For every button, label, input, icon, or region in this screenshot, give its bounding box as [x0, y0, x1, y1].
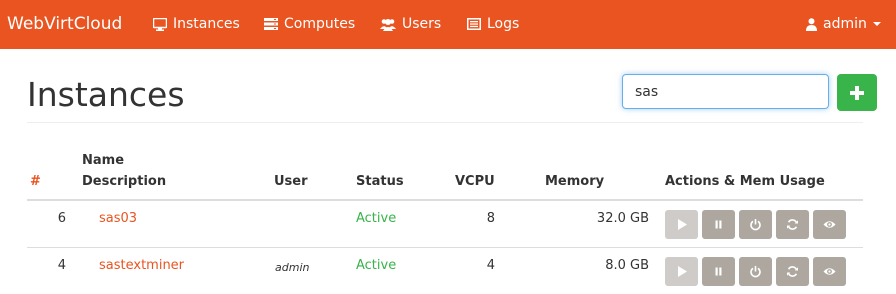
users-icon — [380, 18, 396, 31]
add-instance-button[interactable] — [837, 74, 877, 111]
nav-item-instances[interactable]: Instances — [153, 15, 240, 33]
start-button[interactable] — [665, 210, 698, 239]
column-header-vcpu: VCPU — [455, 174, 495, 189]
pause-icon — [715, 267, 722, 276]
pause-button[interactable] — [702, 257, 735, 286]
column-header-user: User — [274, 174, 308, 189]
instance-user: admin — [275, 261, 310, 274]
nav-item-users[interactable]: Users — [380, 15, 441, 33]
eye-icon — [823, 268, 836, 275]
instance-status: Active — [356, 258, 397, 273]
nav-item-label: Instances — [173, 16, 240, 32]
column-header-status: Status — [356, 174, 404, 189]
play-icon — [678, 219, 687, 230]
server-icon — [264, 18, 278, 30]
user-menu-dropdown[interactable]: admin — [806, 15, 881, 33]
nav-item-logs[interactable]: Logs — [467, 15, 519, 33]
column-header-actions: Actions & Mem Usage — [665, 174, 825, 189]
instance-status: Active — [356, 211, 397, 226]
instance-name-link[interactable]: sas03 — [99, 211, 137, 227]
instance-vcpu: 4 — [486, 258, 495, 273]
play-icon — [678, 266, 687, 277]
caret-down-icon — [872, 22, 881, 26]
nav-item-computes[interactable]: Computes — [264, 15, 355, 33]
instance-memory: 8.0 GB — [605, 258, 649, 273]
user-icon — [806, 17, 817, 31]
refresh-icon — [787, 219, 798, 230]
instance-id: 4 — [57, 258, 66, 273]
list-icon — [467, 18, 481, 30]
instance-id: 6 — [57, 211, 66, 226]
plus-icon — [850, 86, 864, 100]
nav-item-label: Logs — [487, 16, 520, 32]
column-header-number: # — [30, 174, 41, 189]
column-header-memory: Memory — [545, 174, 605, 189]
instance-memory: 32.0 GB — [596, 211, 649, 226]
power-off-button[interactable] — [739, 257, 772, 286]
monitor-icon — [153, 17, 167, 31]
pause-button[interactable] — [702, 210, 735, 239]
instance-vcpu: 8 — [486, 211, 495, 226]
pause-icon — [715, 220, 722, 229]
top-navbar: WebVirtCloud Instances Computes Users Lo… — [0, 0, 896, 49]
power-icon — [750, 219, 761, 231]
nav-item-label: Computes — [284, 16, 356, 32]
table-header-divider — [27, 199, 863, 201]
start-button[interactable] — [665, 257, 698, 286]
search-input[interactable] — [622, 74, 829, 109]
eye-icon — [823, 221, 836, 228]
nav-item-label: Users — [402, 16, 442, 32]
column-header-description: Description — [82, 174, 167, 189]
brand-logo-link[interactable]: WebVirtCloud — [7, 14, 122, 34]
user-menu-label: admin — [823, 16, 867, 32]
row-divider — [27, 247, 863, 248]
instance-name-link[interactable]: sastextminer — [99, 258, 184, 274]
page-title: Instances — [27, 75, 185, 114]
console-button[interactable] — [813, 257, 846, 286]
power-icon — [750, 266, 761, 278]
reboot-button[interactable] — [776, 257, 809, 286]
column-header-name: Name — [82, 153, 125, 168]
refresh-icon — [787, 266, 798, 277]
header-divider — [27, 122, 863, 123]
power-off-button[interactable] — [739, 210, 772, 239]
console-button[interactable] — [813, 210, 846, 239]
reboot-button[interactable] — [776, 210, 809, 239]
